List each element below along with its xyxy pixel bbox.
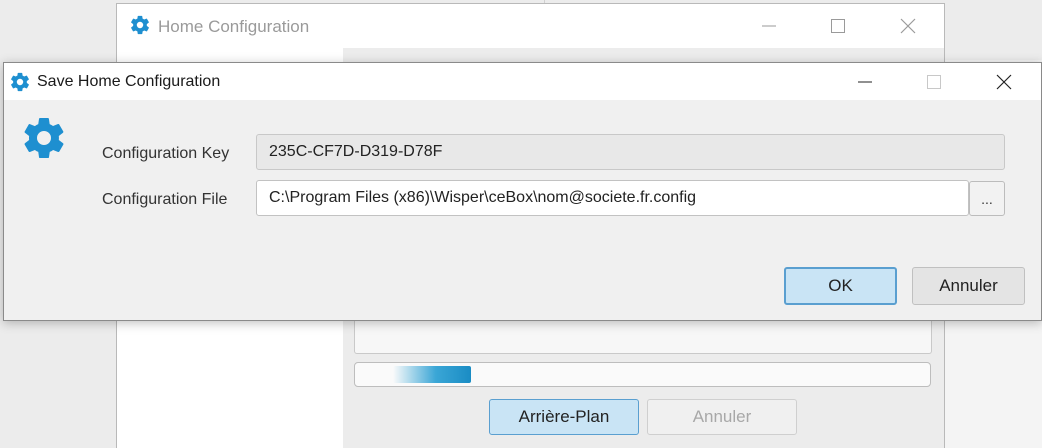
close-button[interactable] bbox=[885, 4, 931, 48]
maximize-icon bbox=[831, 19, 845, 33]
log-area[interactable] bbox=[354, 316, 932, 354]
save-home-configuration-dialog: Save Home Configuration Configuration Ke… bbox=[3, 62, 1042, 321]
minimize-icon bbox=[858, 81, 872, 82]
dialog-title: Save Home Configuration bbox=[37, 73, 221, 90]
window-titlebar[interactable]: Home Configuration bbox=[117, 4, 944, 48]
maximize-button[interactable] bbox=[815, 4, 861, 48]
background-button[interactable]: Arrière-Plan bbox=[489, 399, 639, 435]
minimize-button[interactable] bbox=[842, 63, 888, 100]
minimize-button[interactable] bbox=[746, 4, 792, 48]
configuration-key-field: 235C-CF7D-D319-D78F bbox=[256, 134, 1005, 170]
maximize-icon bbox=[927, 74, 941, 89]
gear-icon bbox=[11, 72, 29, 92]
browse-button[interactable]: ... bbox=[969, 181, 1005, 216]
configuration-file-label: Configuration File bbox=[102, 191, 228, 208]
progress-fill bbox=[393, 366, 471, 383]
gear-icon bbox=[24, 118, 64, 159]
ok-button[interactable]: OK bbox=[784, 267, 897, 305]
progress-bar bbox=[354, 362, 931, 387]
configuration-file-field[interactable]: C:\Program Files (x86)\Wisper\ceBox\nom@… bbox=[256, 180, 969, 216]
close-icon bbox=[996, 74, 1012, 89]
minimize-icon bbox=[762, 25, 776, 27]
maximize-button bbox=[911, 63, 957, 100]
cancel-button-disabled: Annuler bbox=[647, 399, 797, 435]
dialog-titlebar[interactable]: Save Home Configuration bbox=[4, 63, 1041, 100]
gear-icon bbox=[131, 15, 149, 35]
cancel-button[interactable]: Annuler bbox=[912, 267, 1025, 305]
close-icon bbox=[900, 18, 916, 34]
close-button[interactable] bbox=[981, 63, 1027, 100]
configuration-key-label: Configuration Key bbox=[102, 145, 230, 162]
window-title: Home Configuration bbox=[158, 17, 310, 36]
